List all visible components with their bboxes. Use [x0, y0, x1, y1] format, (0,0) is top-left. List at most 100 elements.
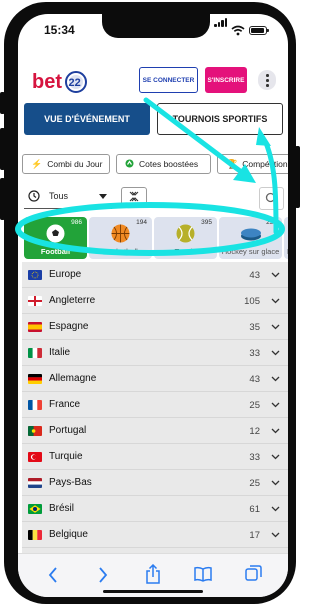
- eu-flag-icon: [28, 270, 42, 280]
- search-icon: [265, 192, 277, 204]
- trophy-icon: 🏆: [226, 158, 238, 169]
- tennis-ball-icon: [176, 224, 195, 243]
- country-row-bresil[interactable]: Brésil 61: [22, 496, 288, 522]
- country-name: Belgique: [49, 529, 88, 540]
- brazil-flag-icon: [28, 504, 42, 514]
- soccer-ball-icon: [46, 224, 65, 243]
- layout-toggle-button[interactable]: [121, 187, 147, 206]
- chevron-down-icon: [271, 376, 280, 382]
- country-row-turquie[interactable]: Turquie 33: [22, 444, 288, 470]
- england-flag-icon: [28, 296, 42, 306]
- country-count: 33: [249, 348, 260, 359]
- country-name: Brésil: [49, 503, 75, 514]
- germany-flag-icon: [28, 374, 42, 384]
- search-button[interactable]: [259, 187, 284, 210]
- country-count: 43: [249, 374, 260, 385]
- select-underline: [24, 208, 112, 209]
- country-name: Pays-Bas: [49, 477, 92, 488]
- tabs-icon[interactable]: [245, 565, 262, 582]
- hockey-puck-icon: [241, 228, 261, 241]
- country-row-portugal[interactable]: Portugal 12: [22, 418, 288, 444]
- notch: [102, 14, 210, 38]
- sport-count: 194: [136, 219, 147, 226]
- chevron-down-icon: [99, 194, 107, 199]
- clock-icon: [28, 190, 40, 202]
- country-row-espagne[interactable]: Espagne 35: [22, 314, 288, 340]
- basketball-icon: [111, 224, 130, 243]
- france-flag-icon: [28, 400, 42, 410]
- chevron-down-icon: [271, 480, 280, 486]
- country-row-angleterre[interactable]: Angleterre 105: [22, 288, 288, 314]
- period-select[interactable]: Tous: [24, 187, 112, 207]
- sport-card-hockey[interactable]: 254 Hockey sur glace: [219, 217, 282, 259]
- sport-label: Tennis: [174, 247, 197, 256]
- sport-card-partial[interactable]: B: [284, 217, 288, 259]
- bookmarks-icon[interactable]: [194, 566, 212, 582]
- country-row-france[interactable]: France 25: [22, 392, 288, 418]
- status-time: 15:34: [44, 23, 75, 37]
- sport-card-basketball[interactable]: 194 Basketball: [89, 217, 152, 259]
- netherlands-flag-icon: [28, 478, 42, 488]
- chip-label: Compétition: [242, 159, 288, 169]
- country-row-europe[interactable]: Europe 43: [22, 262, 288, 288]
- chevron-down-icon: [271, 506, 280, 512]
- country-row-allemagne[interactable]: Allemagne 43: [22, 366, 288, 392]
- chevron-down-icon: [271, 272, 280, 278]
- spain-flag-icon: [28, 322, 42, 332]
- turkey-flag-icon: [28, 452, 42, 462]
- battery-icon: [249, 26, 269, 35]
- chevron-down-icon: [271, 324, 280, 330]
- country-name: Europe: [49, 269, 82, 280]
- tab-sports-tournaments[interactable]: TOURNOIS SPORTIFS: [157, 103, 283, 135]
- sport-label: Hockey sur glace: [221, 247, 280, 256]
- country-list: Europe 43 Angleterre 105 Espagne 35 Ital…: [22, 262, 288, 553]
- tab-event-view[interactable]: VUE D'ÉVÉNEMENT: [24, 103, 150, 135]
- country-count: 25: [249, 478, 260, 489]
- sport-card-tennis[interactable]: 395 Tennis: [154, 217, 217, 259]
- country-count: 33: [249, 452, 260, 463]
- belgium-flag-icon: [28, 530, 42, 540]
- country-count: 25: [249, 400, 260, 411]
- country-count: 35: [249, 322, 260, 333]
- country-row-italie[interactable]: Italie 33: [22, 340, 288, 366]
- country-count: 105: [244, 296, 260, 307]
- sport-count: 395: [201, 219, 212, 226]
- signup-button[interactable]: S'INSCRIRE: [205, 67, 247, 93]
- country-row-pays-bas[interactable]: Pays-Bas 25: [22, 470, 288, 496]
- period-select-value: Tous: [49, 191, 69, 201]
- chevron-down-icon: [271, 298, 280, 304]
- country-name: Italie: [49, 347, 71, 358]
- login-button[interactable]: SE CONNECTER: [139, 67, 198, 93]
- chevron-down-icon: [271, 532, 280, 538]
- sport-label: Basketball: [103, 247, 138, 256]
- lightning-icon: ⚡: [31, 158, 43, 169]
- italy-flag-icon: [28, 348, 42, 358]
- country-name: Turquie: [49, 451, 83, 462]
- chip-competition[interactable]: 🏆 Compétition: [217, 154, 288, 174]
- phone-screen: 15:34 bet 22 SE CONNECTER S'INSCRIRE VUE…: [18, 14, 288, 597]
- forward-arrow-icon[interactable]: [98, 567, 108, 583]
- boost-icon: [125, 159, 134, 170]
- sport-label: B: [287, 247, 288, 256]
- country-name: France: [49, 399, 81, 410]
- chip-label: Combi du Jour: [47, 159, 103, 169]
- svg-text:bet: bet: [32, 71, 62, 93]
- chip-cotes-boostees[interactable]: Cotes boostées: [116, 154, 211, 174]
- phone-frame: 15:34 bet 22 SE CONNECTER S'INSCRIRE VUE…: [4, 2, 296, 604]
- chevron-down-icon: [271, 350, 280, 356]
- chip-combi-du-jour[interactable]: ⚡ Combi du Jour: [22, 154, 110, 174]
- country-name: Angleterre: [49, 295, 96, 306]
- more-menu-button[interactable]: [258, 70, 276, 90]
- country-row-belgique[interactable]: Belgique 17: [22, 522, 288, 548]
- svg-text:22: 22: [69, 77, 81, 89]
- bet22-logo[interactable]: bet 22: [32, 70, 92, 99]
- country-count: 43: [249, 270, 260, 281]
- country-count: 12: [249, 426, 260, 437]
- share-icon[interactable]: [145, 564, 161, 584]
- chip-label: Cotes boostées: [139, 159, 199, 169]
- country-name: Portugal: [49, 425, 87, 436]
- chevron-down-icon: [271, 402, 280, 408]
- sport-card-football[interactable]: 986 Football: [24, 217, 87, 259]
- collapse-icon: [129, 191, 139, 202]
- back-arrow-icon[interactable]: [48, 567, 58, 583]
